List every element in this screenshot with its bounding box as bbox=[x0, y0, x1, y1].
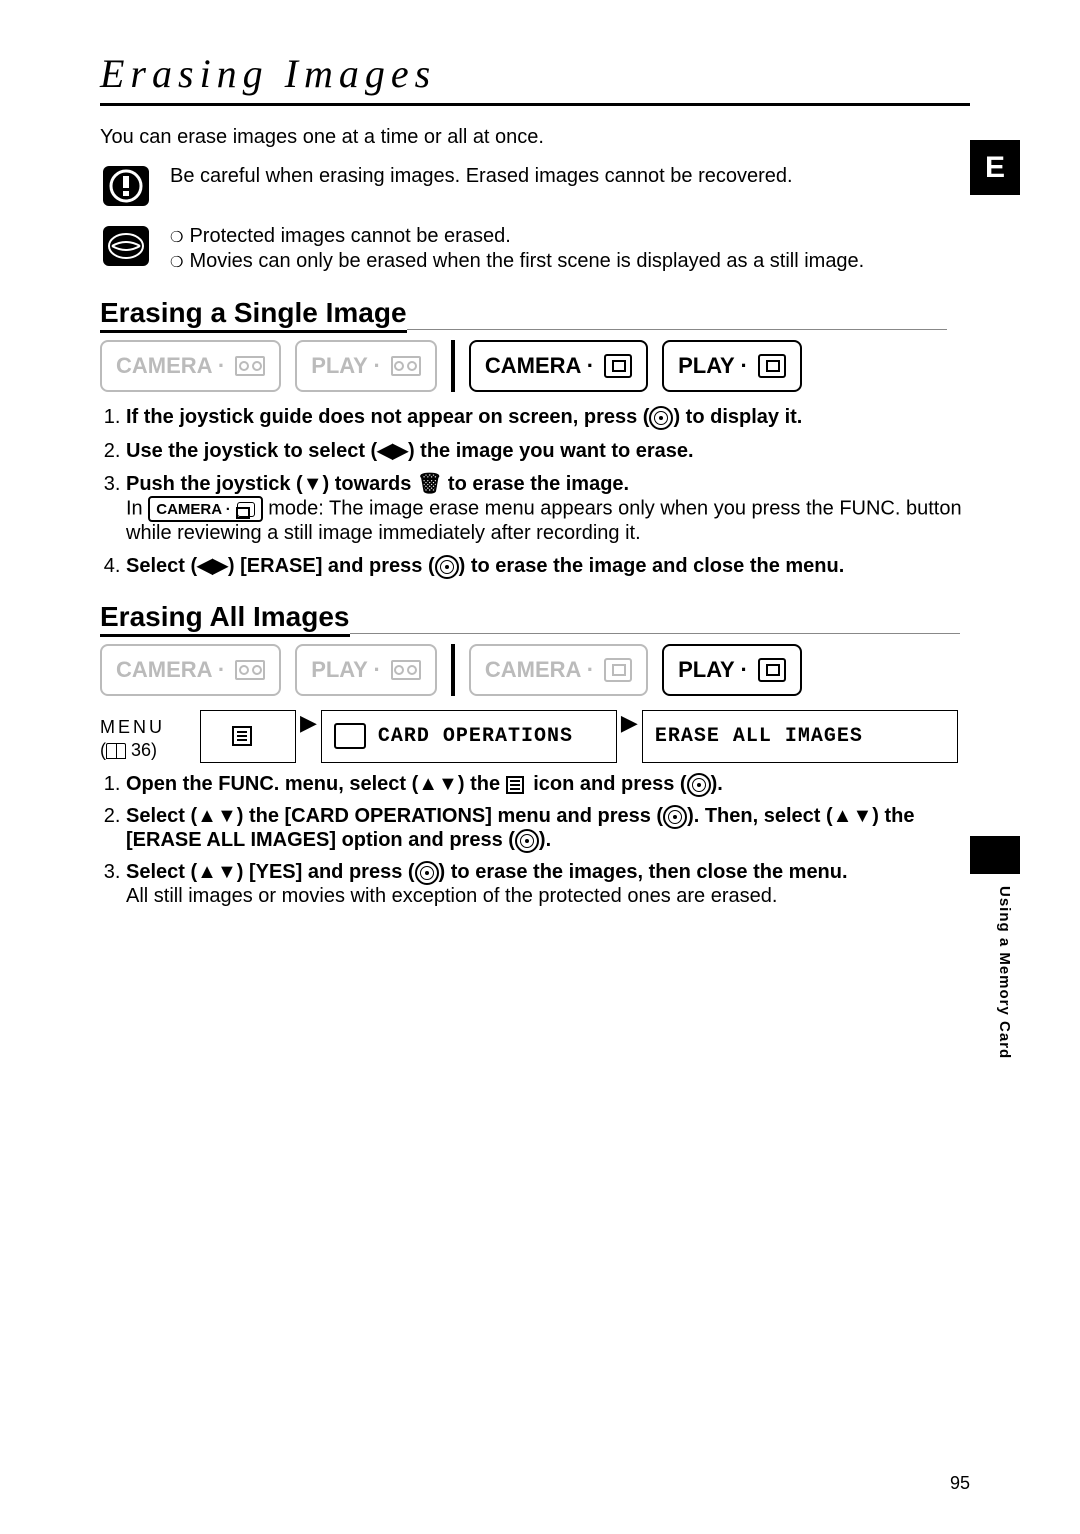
side-black-bar bbox=[970, 836, 1020, 874]
camera-card-badge: CAMERA · bbox=[148, 496, 262, 522]
step-note: All still images or movies with exceptio… bbox=[126, 885, 970, 908]
menu-path: MENU ( 36) ▶ CARD OPERATIONS ▶ ERASE ALL… bbox=[100, 710, 970, 763]
info-list: ❍Protected images cannot be erased. ❍Mov… bbox=[170, 223, 864, 275]
warning-text: Be careful when erasing images. Erased i… bbox=[170, 163, 793, 188]
trash-icon: 🗑 bbox=[417, 473, 442, 495]
section-heading: Erasing All Images bbox=[100, 601, 970, 634]
page-number: 95 bbox=[950, 1473, 970, 1494]
step: Select (▲▼) the [CARD OPERATIONS] menu a… bbox=[126, 805, 970, 853]
warning-icon bbox=[100, 163, 152, 209]
step: Push the joystick (▼) towards 🗑 to erase… bbox=[126, 471, 970, 545]
joystick-center-icon bbox=[435, 555, 459, 579]
menu-root-icon bbox=[200, 710, 296, 763]
language-tab: E bbox=[970, 140, 1020, 195]
divider bbox=[451, 644, 455, 696]
mode-camera-card: CAMERA · bbox=[469, 644, 648, 696]
page-title: Erasing Images bbox=[100, 50, 970, 106]
single-steps: If the joystick guide does not appear on… bbox=[100, 406, 970, 579]
mode-play-card: PLAY · bbox=[662, 340, 802, 392]
step: If the joystick guide does not appear on… bbox=[126, 406, 970, 430]
intro-text: You can erase images one at a time or al… bbox=[100, 126, 970, 149]
joystick-center-icon bbox=[663, 805, 687, 829]
section-heading: Erasing a Single Image bbox=[100, 297, 970, 330]
chevron-right-icon: ▶ bbox=[621, 710, 638, 763]
step: Use the joystick to select (◀▶) the imag… bbox=[126, 438, 970, 463]
step: Open the FUNC. menu, select (▲▼) the ico… bbox=[126, 773, 970, 797]
joystick-center-icon bbox=[649, 406, 673, 430]
mode-play-tape: PLAY · bbox=[295, 340, 437, 392]
mode-camera-tape: CAMERA · bbox=[100, 644, 281, 696]
all-steps: Open the FUNC. menu, select (▲▼) the ico… bbox=[100, 773, 970, 908]
mode-camera-tape: CAMERA · bbox=[100, 340, 281, 392]
divider bbox=[451, 340, 455, 392]
joystick-center-icon bbox=[515, 829, 539, 853]
section-label: Using a Memory Card bbox=[996, 886, 1013, 1059]
mode-row-all: CAMERA · PLAY · CAMERA · PLAY · bbox=[100, 644, 970, 696]
joystick-center-icon bbox=[687, 773, 711, 797]
mode-row-single: CAMERA · PLAY · CAMERA · PLAY · bbox=[100, 340, 970, 392]
book-icon bbox=[106, 743, 126, 759]
chevron-right-icon: ▶ bbox=[300, 710, 317, 763]
step: Select (▲▼) [YES] and press () to erase … bbox=[126, 861, 970, 908]
menu-erase-all: ERASE ALL IMAGES bbox=[642, 710, 958, 763]
joystick-center-icon bbox=[415, 861, 439, 885]
menu-card-ops: CARD OPERATIONS bbox=[321, 710, 617, 763]
mode-camera-card: CAMERA · bbox=[469, 340, 648, 392]
info-item: Protected images cannot be erased. bbox=[189, 225, 510, 248]
mode-play-tape: PLAY · bbox=[295, 644, 437, 696]
info-item: Movies can only be erased when the first… bbox=[189, 250, 864, 273]
info-icon bbox=[100, 223, 152, 269]
menu-label: MENU bbox=[100, 716, 200, 739]
menu-list-icon bbox=[506, 776, 528, 794]
mode-play-card: PLAY · bbox=[662, 644, 802, 696]
step: Select (◀▶) [ERASE] and press () to eras… bbox=[126, 553, 970, 579]
